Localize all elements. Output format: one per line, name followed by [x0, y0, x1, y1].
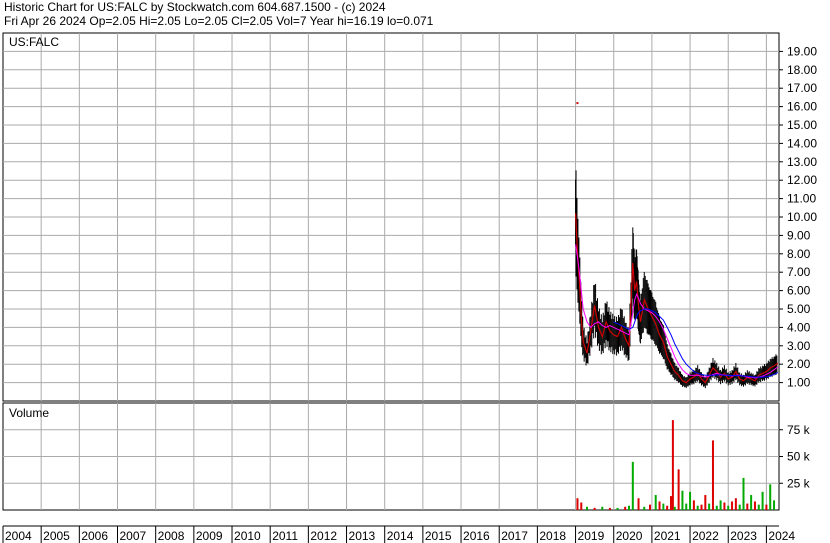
- volume-bar: [666, 505, 669, 510]
- year-label: 2021: [654, 529, 681, 543]
- price-tick-label: 18.00: [787, 63, 817, 77]
- year-label: 2016: [463, 529, 490, 543]
- volume-bar: [601, 506, 604, 510]
- volume-bar: [769, 484, 772, 510]
- volume-tick-label: 75 k: [787, 423, 811, 437]
- volume-bar: [593, 507, 596, 510]
- volume-bar: [576, 498, 579, 510]
- volume-bar: [673, 506, 676, 510]
- volume-bar: [677, 469, 680, 510]
- volume-bar: [662, 503, 665, 510]
- price-tick-label: 19.00: [787, 44, 817, 58]
- year-label: 2014: [387, 529, 414, 543]
- year-label: 2007: [120, 529, 147, 543]
- volume-bar: [608, 507, 611, 510]
- volume-bar: [586, 506, 589, 510]
- year-label: 2009: [196, 529, 223, 543]
- volume-bar: [715, 505, 718, 510]
- price-panel-title: US:FALC: [9, 35, 59, 49]
- year-label: 2013: [349, 529, 376, 543]
- price-tick-label: 13.00: [787, 155, 817, 169]
- volume-bar: [624, 506, 627, 510]
- price-tick-label: 2.00: [787, 357, 811, 371]
- volume-bar: [773, 500, 776, 510]
- volume-bar: [761, 491, 764, 510]
- year-high-point: [576, 102, 579, 105]
- volume-bar: [719, 500, 722, 510]
- volume-bar: [708, 503, 711, 510]
- volume-bar: [723, 502, 726, 510]
- year-label: 2024: [768, 529, 795, 543]
- year-label: 2022: [692, 529, 719, 543]
- volume-bar: [757, 504, 760, 510]
- volume-bar: [580, 502, 583, 510]
- volume-bar: [627, 505, 630, 510]
- price-tick-label: 16.00: [787, 100, 817, 114]
- year-label: 2017: [501, 529, 528, 543]
- volume-bar: [734, 498, 737, 510]
- volume-bar: [750, 495, 753, 510]
- volume-bar: [704, 495, 707, 510]
- year-label: 2020: [616, 529, 643, 543]
- price-tick-label: 6.00: [787, 284, 811, 298]
- year-label: 2023: [730, 529, 757, 543]
- volume-tick-label: 50 k: [787, 450, 811, 464]
- price-tick-label: 9.00: [787, 228, 811, 242]
- volume-bar: [711, 440, 714, 510]
- volume-bar: [631, 461, 634, 510]
- price-tick-label: 15.00: [787, 118, 817, 132]
- price-tick-label: 7.00: [787, 265, 811, 279]
- volume-bar: [685, 503, 688, 510]
- price-tick-label: 3.00: [787, 339, 811, 353]
- year-label: 2018: [539, 529, 566, 543]
- volume-bar: [671, 420, 674, 510]
- volume-bar: [689, 491, 692, 510]
- volume-bar: [637, 498, 640, 510]
- volume-bar: [681, 490, 684, 510]
- price-tick-label: 1.00: [787, 376, 811, 390]
- year-label: 2006: [81, 529, 108, 543]
- volume-bar: [700, 504, 703, 510]
- volume-bar: [753, 501, 756, 510]
- volume-bar: [765, 504, 768, 510]
- volume-bar: [738, 504, 741, 510]
- price-tick-label: 11.00: [787, 192, 816, 206]
- year-label: 2005: [43, 529, 70, 543]
- historic-chart: 2004 2005 2006 2007 2008 2009 2010 2011 2012 2013…: [2, 32, 817, 543]
- year-label: 2010: [234, 529, 261, 543]
- volume-bar: [648, 504, 651, 510]
- volume-bar: [658, 501, 661, 510]
- volume-bar: [746, 503, 749, 510]
- year-label: 2015: [425, 529, 452, 543]
- price-tick-label: 17.00: [787, 81, 817, 95]
- volume-bar: [692, 500, 695, 510]
- price-tick-label: 12.00: [787, 173, 817, 187]
- year-label: 2012: [310, 529, 337, 543]
- price-tick-label: 14.00: [787, 136, 817, 150]
- volume-bar: [643, 506, 646, 510]
- year-label: 2019: [578, 529, 605, 543]
- volume-tick-label: 25 k: [787, 476, 811, 490]
- price-tick-label: 5.00: [787, 302, 811, 316]
- year-label: 2004: [5, 529, 32, 543]
- price-tick-label: 4.00: [787, 320, 811, 334]
- price-tick-label: 10.00: [787, 210, 817, 224]
- volume-bar: [654, 495, 657, 510]
- volume-bar: [742, 477, 745, 510]
- volume-bar: [731, 501, 734, 510]
- year-label: 2008: [158, 529, 185, 543]
- volume-bar: [669, 496, 672, 510]
- volume-bar: [696, 505, 699, 510]
- volume-bar: [616, 507, 619, 510]
- volume-panel-title: Volume: [9, 406, 49, 420]
- year-label: 2011: [272, 529, 298, 543]
- price-tick-label: 8.00: [787, 247, 811, 261]
- volume-bar: [727, 505, 730, 510]
